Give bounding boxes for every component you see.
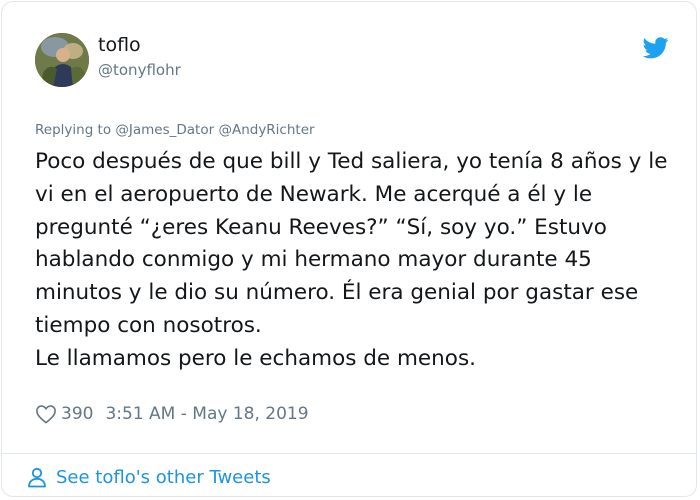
tweet-body: Poco después de que bill y Ted saliera, … bbox=[35, 146, 685, 376]
author-display-name[interactable]: toflo bbox=[98, 34, 141, 56]
divider bbox=[2, 453, 696, 454]
person-icon bbox=[28, 467, 46, 488]
avatar[interactable] bbox=[35, 33, 89, 87]
tweet-paragraph: Le llamamos pero le echamos de menos. bbox=[35, 345, 476, 371]
tweet-card: toflo @tonyflohr Replying to @James_Dato… bbox=[1, 1, 697, 497]
see-other-tweets-link[interactable]: See toflo's other Tweets bbox=[26, 464, 271, 490]
heart-icon[interactable] bbox=[35, 404, 57, 424]
tweet-meta: 390 3:51 AM - May 18, 2019 bbox=[35, 402, 309, 426]
reply-context[interactable]: Replying to @James_Dator @AndyRichter bbox=[35, 122, 315, 138]
tweet-paragraph: Poco después de que bill y Ted saliera, … bbox=[35, 149, 668, 338]
twitter-bird-icon[interactable] bbox=[643, 37, 669, 59]
like-count[interactable]: 390 bbox=[61, 404, 93, 424]
author-handle[interactable]: @tonyflohr bbox=[98, 61, 181, 79]
see-other-tweets-label: See toflo's other Tweets bbox=[56, 466, 271, 488]
tweet-timestamp[interactable]: 3:51 AM - May 18, 2019 bbox=[105, 404, 308, 424]
